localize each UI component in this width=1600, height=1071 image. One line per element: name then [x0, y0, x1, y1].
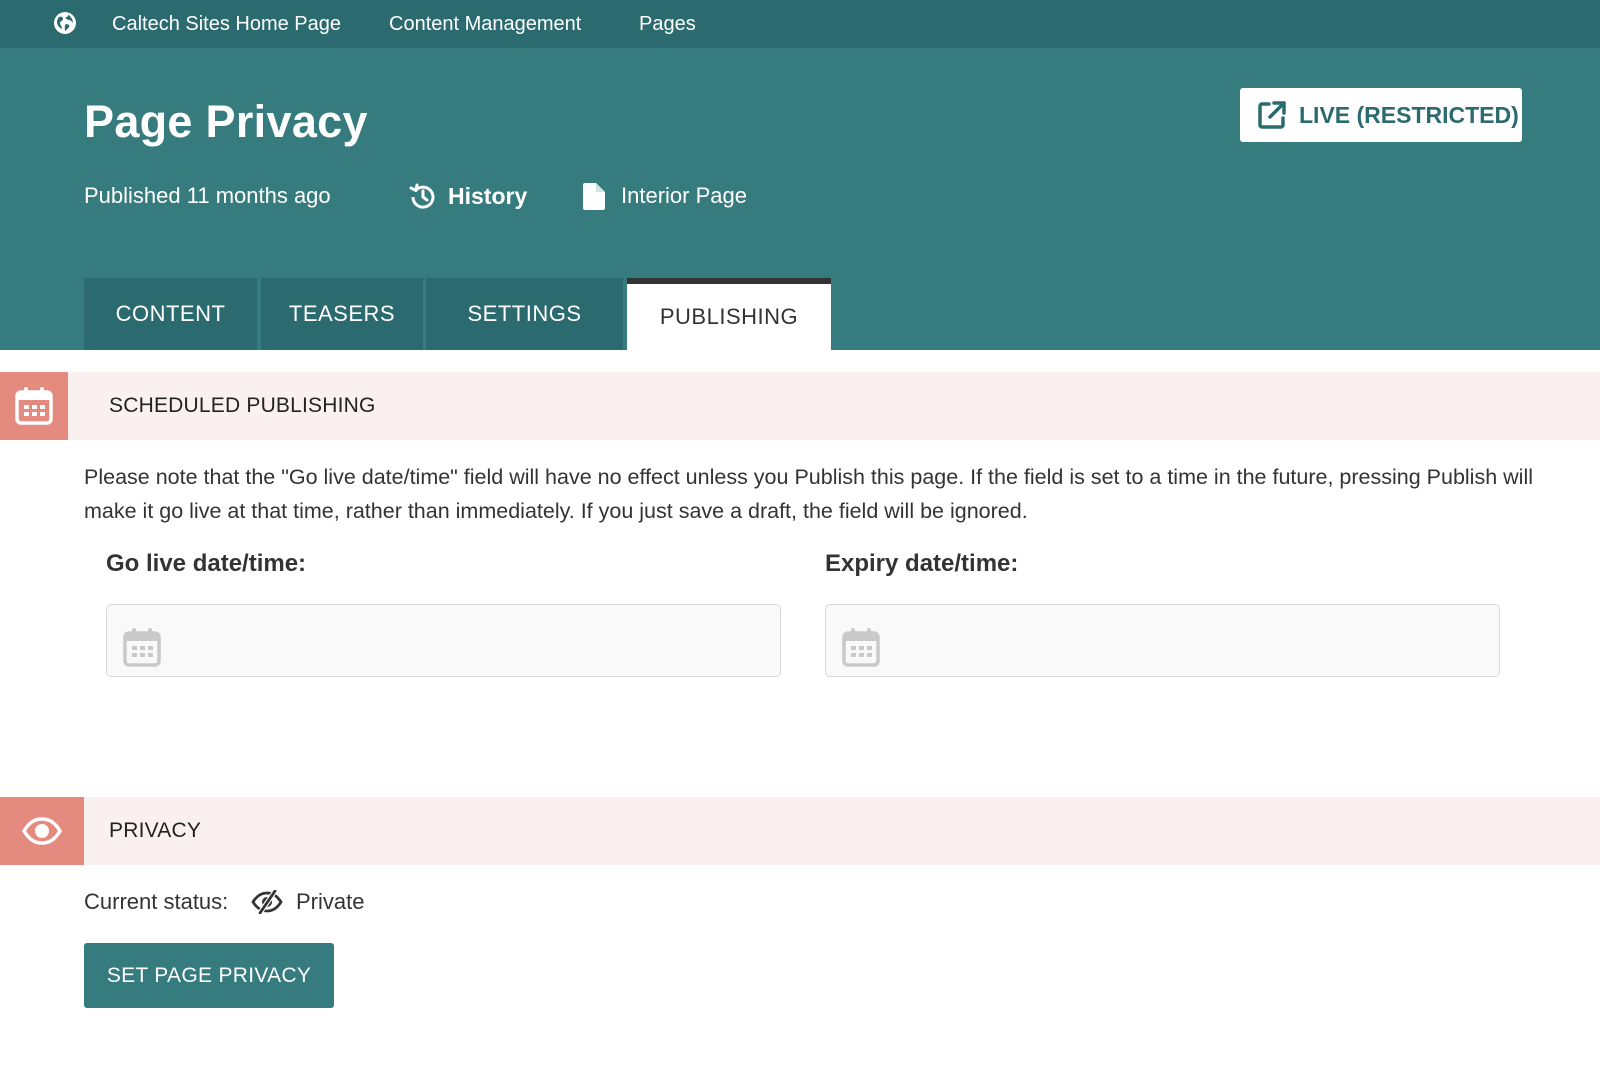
- tab-publishing[interactable]: PUBLISHING: [627, 278, 831, 350]
- history-label: History: [448, 183, 528, 209]
- page-type-label: Interior Page: [621, 183, 747, 208]
- scheduled-publishing-note: Please note that the "Go live date/time"…: [84, 465, 1533, 523]
- privacy-header: PRIVACY: [0, 797, 1600, 865]
- privacy-icon-box: [0, 797, 84, 865]
- go-live-date-field[interactable]: [106, 604, 781, 677]
- published-status: Published 11 months ago: [84, 183, 331, 208]
- status-value: Private: [296, 889, 365, 914]
- page-header: Page Privacy LIVE (RESTRICTED) Published…: [0, 48, 1600, 350]
- eye-icon: [22, 817, 62, 845]
- page-title: Page Privacy: [84, 96, 368, 147]
- expiry-date-input[interactable]: [888, 605, 1488, 675]
- calendar-icon[interactable]: [842, 627, 880, 667]
- go-live-label: Go live date/time:: [106, 550, 307, 577]
- expiry-label: Expiry date/time:: [825, 550, 1019, 577]
- breadcrumb-content-management-link[interactable]: Content Management: [389, 0, 581, 48]
- breadcrumb-pages-link[interactable]: Pages: [639, 0, 696, 48]
- status-label: Current status:: [84, 889, 229, 914]
- set-page-privacy-button[interactable]: SET PAGE PRIVACY: [84, 943, 334, 1008]
- go-live-date-input[interactable]: [169, 605, 769, 675]
- globe-icon[interactable]: [53, 11, 77, 35]
- calendar-icon: [15, 387, 53, 425]
- privacy-title: PRIVACY: [109, 819, 202, 842]
- scheduled-publishing-header: SCHEDULED PUBLISHING: [0, 372, 1600, 440]
- external-link-icon: [1258, 101, 1286, 129]
- calendar-icon[interactable]: [123, 627, 161, 667]
- scheduled-publishing-title: SCHEDULED PUBLISHING: [109, 394, 376, 417]
- tab-settings[interactable]: SETTINGS: [426, 278, 623, 350]
- scheduled-publishing-icon-box: [0, 372, 68, 440]
- tab-content[interactable]: CONTENT: [84, 278, 257, 350]
- live-restricted-button[interactable]: LIVE (RESTRICTED): [1240, 88, 1522, 142]
- document-icon: [583, 183, 605, 210]
- tab-teasers[interactable]: TEASERS: [261, 278, 423, 350]
- expiry-date-field[interactable]: [825, 604, 1500, 677]
- breadcrumb: Caltech Sites Home Page Content Manageme…: [0, 0, 1600, 48]
- breadcrumb-home-link[interactable]: Caltech Sites Home Page: [112, 0, 341, 48]
- eye-slash-icon: [251, 890, 283, 914]
- live-restricted-label: LIVE (RESTRICTED): [1299, 102, 1519, 128]
- history-icon: [409, 183, 435, 209]
